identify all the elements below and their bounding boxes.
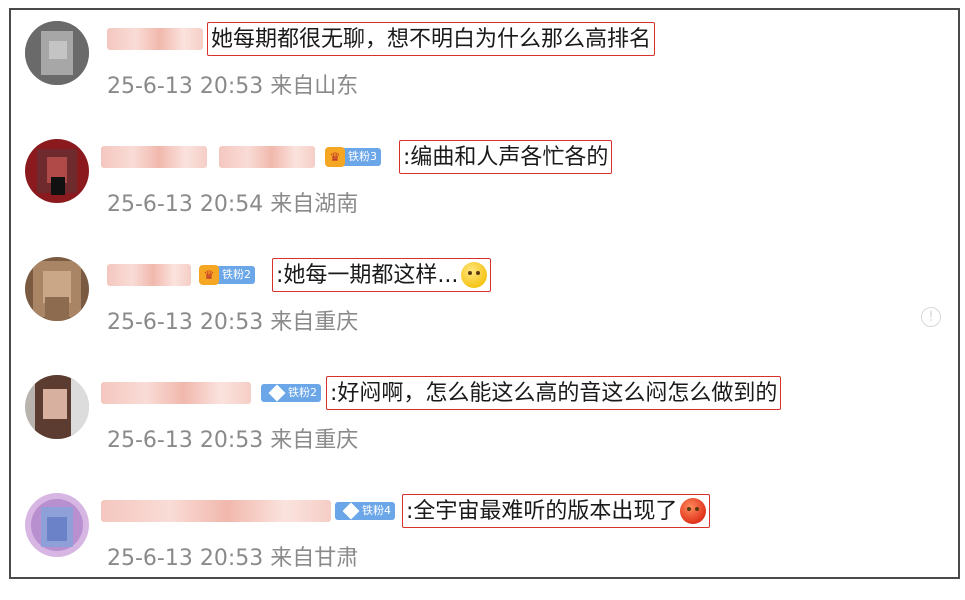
comment-location: 来自湖南 [270,192,359,217]
fan-level: 铁粉2 [213,266,255,284]
comment-location: 来自山东 [270,74,359,99]
comment-text: 她每期都很无聊，想不明白为什么那么高排名 [211,26,652,52]
comment-item: 铁粉4 :全宇宙最难听的版本出现了 25-6-13 20:53 来自甘肃 [11,482,958,600]
username[interactable] [219,146,315,168]
avatar[interactable] [25,257,89,321]
comment-item: 她每期都很无聊，想不明白为什么那么高排名 25-6-13 20:53 来自山东 [11,10,958,128]
comment-text-highlight: :编曲和人声各忙各的 [399,140,613,174]
comment-text-highlight: :她每一期都这样... [272,258,492,292]
avatar[interactable] [25,375,89,439]
comment-meta: 25-6-13 20:53 来自重庆 [107,422,358,454]
comment-location: 来自重庆 [270,310,359,335]
fan-badge[interactable]: 铁粉4 [335,501,395,521]
avatar[interactable] [25,493,89,557]
username[interactable] [107,264,191,286]
angry-emoji [680,498,707,524]
fan-level: 铁粉2 [288,386,317,399]
fan-badge[interactable]: 铁粉2 [261,383,321,403]
diamond-icon [268,384,286,402]
comment-item: ♛ 铁粉2 :她每一期都这样... 25-6-13 20:53 来自重庆 [11,246,958,364]
comment-location: 来自重庆 [270,428,359,453]
username[interactable] [101,382,251,404]
comment-time: 25-6-13 20:53 [107,310,264,335]
thinking-emoji [461,262,488,288]
username[interactable] [101,146,207,168]
comment-meta: 25-6-13 20:53 来自甘肃 [107,540,358,572]
comment-item: ♛ 铁粉3 :编曲和人声各忙各的 25-6-13 20:54 来自湖南 [11,128,958,246]
comment-time: 25-6-13 20:53 [107,546,264,571]
comment-text: :好闷啊，怎么能这么高的音这么闷怎么做到的 [330,380,778,406]
comment-list: 她每期都很无聊，想不明白为什么那么高排名 25-6-13 20:53 来自山东 … [9,8,960,579]
comment-text: :她每一期都这样... [276,262,459,288]
fan-level-pill: 铁粉4 [335,502,395,520]
comment-item: 铁粉2 :好闷啊，怎么能这么高的音这么闷怎么做到的 25-6-13 20:53 … [11,364,958,482]
fan-level: 铁粉4 [362,504,391,517]
crown-icon: ♛ [325,147,345,167]
comment-meta: 25-6-13 20:54 来自湖南 [107,186,358,218]
comment-meta: 25-6-13 20:53 来自重庆 [107,304,358,336]
comment-text-highlight: 她每期都很无聊，想不明白为什么那么高排名 [207,22,656,56]
comment-meta: 25-6-13 20:53 来自山东 [107,68,358,100]
avatar[interactable] [25,21,89,85]
username[interactable] [107,28,203,50]
fan-badge[interactable]: ♛ 铁粉2 [199,265,255,285]
comment-time: 25-6-13 20:54 [107,192,264,217]
comment-time: 25-6-13 20:53 [107,428,264,453]
fan-level-pill: 铁粉2 [261,384,321,402]
comment-text-highlight: :全宇宙最难听的版本出现了 [402,494,711,528]
username[interactable] [101,500,331,522]
fan-badge[interactable]: ♛ 铁粉3 [325,147,381,167]
fan-level: 铁粉3 [339,148,381,166]
comment-text: :全宇宙最难听的版本出现了 [406,498,678,524]
comment-time: 25-6-13 20:53 [107,74,264,99]
comment-location: 来自甘肃 [270,546,359,571]
exclamation-circle-icon[interactable]: ! [921,307,941,327]
comment-text: :编曲和人声各忙各的 [403,144,609,170]
comment-text-highlight: :好闷啊，怎么能这么高的音这么闷怎么做到的 [326,376,782,410]
diamond-icon [342,502,360,520]
avatar[interactable] [25,139,89,203]
crown-icon: ♛ [199,265,219,285]
